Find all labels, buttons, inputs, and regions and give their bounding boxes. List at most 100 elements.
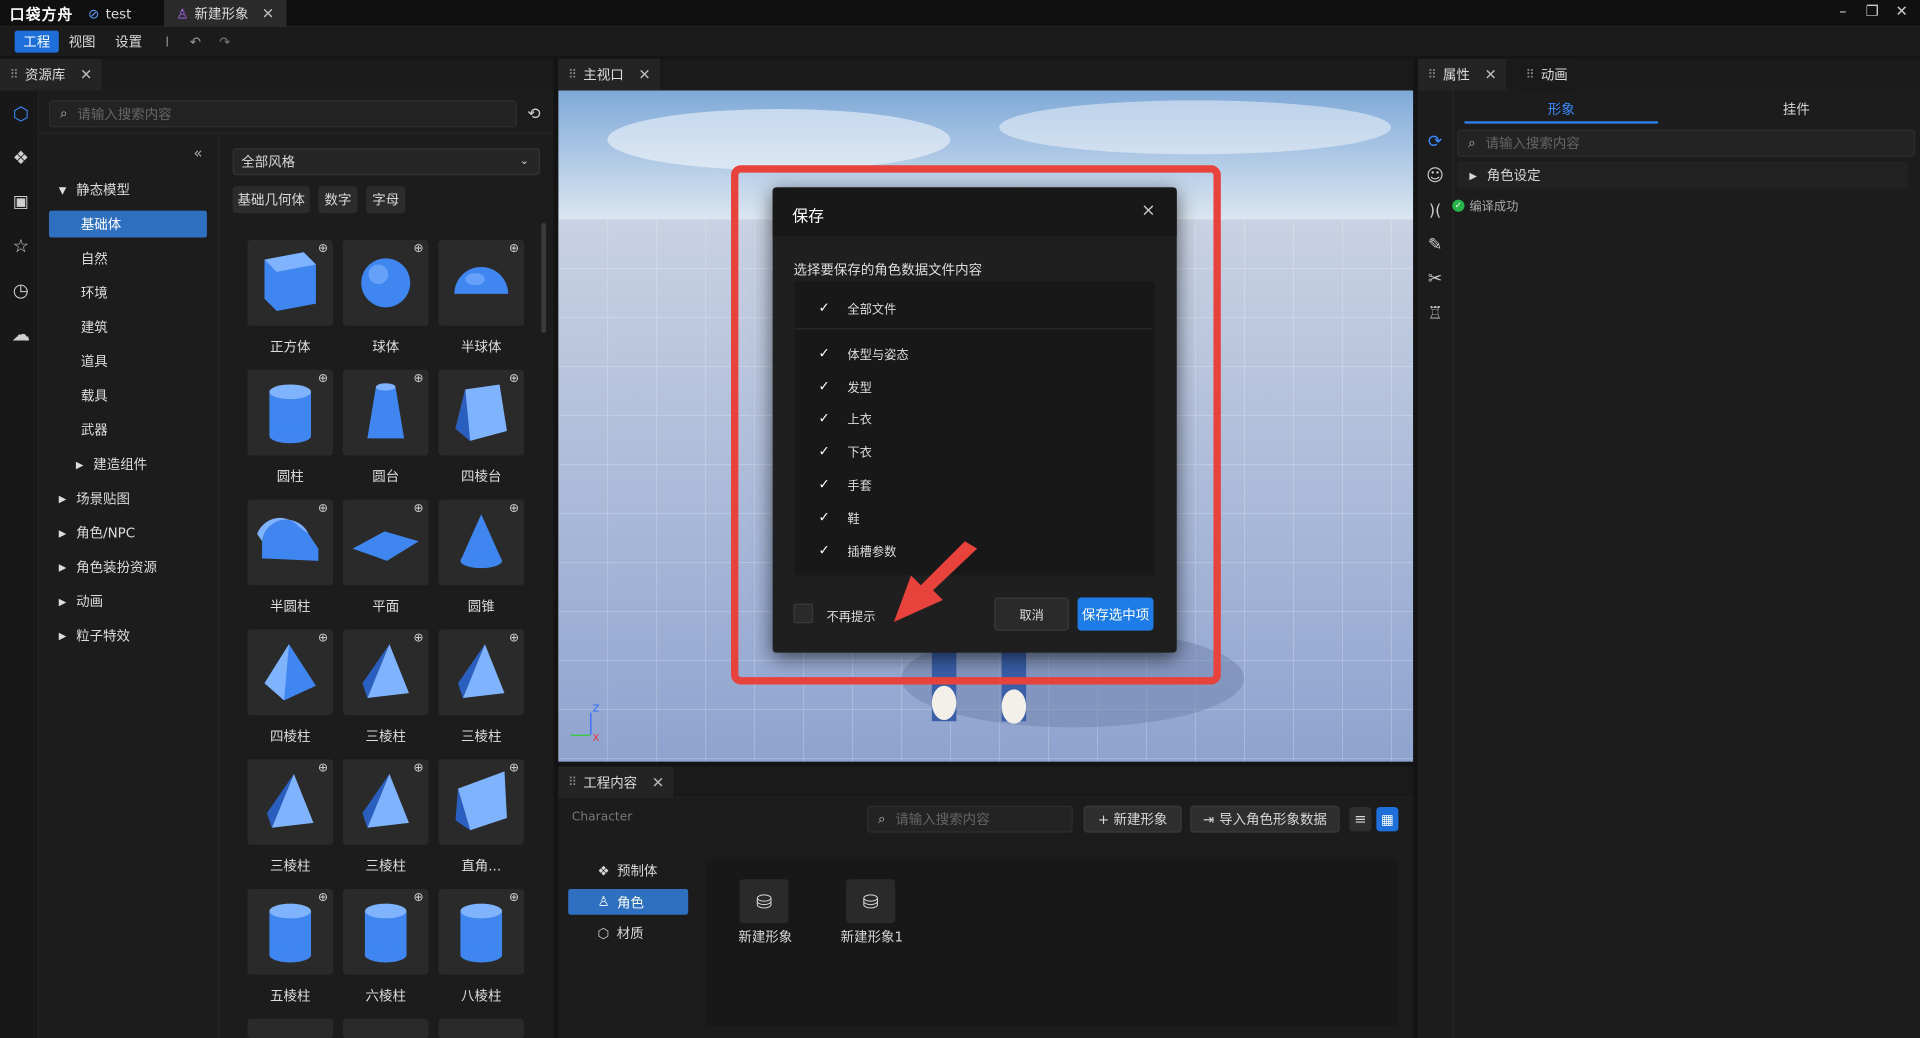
asset-thumbnail[interactable]: ⊕ — [247, 759, 334, 845]
asset-thumbnail[interactable]: ⊕ — [247, 499, 334, 586]
tree-vehicles[interactable]: 载具 — [49, 382, 207, 409]
undo-icon[interactable]: ↶ — [181, 31, 209, 53]
zoom-icon[interactable]: ⊕ — [318, 632, 328, 645]
tab-project-content[interactable]: ⠿ 工程内容 ✕ — [558, 766, 674, 799]
asset-thumbnail[interactable]: ⊕ — [438, 759, 525, 845]
restore-button[interactable]: ❐ — [1862, 2, 1882, 19]
zoom-icon[interactable]: ⊕ — [509, 372, 519, 385]
asset-thumbnail[interactable]: ⊕ — [247, 629, 334, 716]
appearance-icon[interactable]: ⟳ — [1423, 130, 1447, 154]
list-view-icon[interactable]: ≡ — [1349, 806, 1372, 832]
asset-thumbnail[interactable]: ⊕ — [247, 240, 334, 326]
upload-cloud-icon[interactable]: ☁ — [7, 321, 34, 348]
zoom-icon[interactable]: ⊕ — [318, 372, 328, 385]
checkbox-row[interactable]: ✓ 手套 — [816, 474, 871, 494]
asset-thumbnail[interactable]: ⊕ — [342, 240, 429, 326]
tree-weapons[interactable]: 武器 — [49, 416, 207, 443]
subtab-appearance[interactable]: 形象 — [1465, 99, 1658, 119]
asset-thumbnail[interactable]: ⊕ — [438, 369, 525, 456]
clock-icon[interactable]: ◷ — [7, 277, 34, 304]
toolbox-icon[interactable]: ▣ — [7, 189, 34, 216]
checkbox-row[interactable]: ✓ 体型与姿态 — [816, 343, 908, 363]
tree-nature[interactable]: 自然 — [49, 245, 207, 272]
zoom-icon[interactable]: ⊕ — [509, 242, 519, 255]
minimize-button[interactable]: – — [1833, 2, 1853, 19]
asset-thumbnail[interactable] — [247, 1018, 334, 1038]
close-panel-icon[interactable]: ✕ — [1484, 66, 1496, 83]
asset-thumbnail[interactable]: ⊕ — [247, 888, 334, 975]
asset-thumbnail[interactable]: ⊕ — [438, 240, 525, 326]
breadcrumb[interactable]: Character — [572, 811, 632, 824]
star-icon[interactable]: ☆ — [7, 233, 34, 260]
asset-thumbnail[interactable]: ⊕ — [342, 888, 429, 975]
close-window-button[interactable]: ✕ — [1892, 2, 1912, 19]
collapse-icon[interactable]: « — [193, 144, 202, 161]
zoom-icon[interactable]: ⊕ — [318, 762, 328, 775]
properties-search-input[interactable]: ⌕ 请输入搜索内容 — [1457, 129, 1916, 157]
tree-character-settings[interactable]: ▶ 角色设定 — [1457, 161, 1908, 189]
zoom-icon[interactable]: ⊕ — [413, 762, 423, 775]
shirt-icon[interactable]: ♖ — [1423, 301, 1447, 325]
shapes-icon[interactable]: ⬡ — [7, 100, 34, 127]
zoom-icon[interactable]: ⊕ — [413, 502, 423, 515]
category-material[interactable]: ⬡ 材质 — [568, 920, 688, 947]
tab-properties[interactable]: ⠿ 属性 ✕ — [1417, 58, 1507, 91]
hair-icon[interactable]: )( — [1423, 198, 1447, 222]
tab-library[interactable]: ⠿ 资源库 ✕ — [0, 58, 103, 91]
character-data-icon[interactable]: ⛁ — [846, 879, 896, 924]
project-search-input[interactable]: ⌕ 请输入搜索内容 — [866, 805, 1073, 833]
tree-building[interactable]: 建筑 — [49, 313, 207, 340]
zoom-icon[interactable]: ⊕ — [318, 242, 328, 255]
new-character-button[interactable]: + 新建形象 — [1083, 805, 1182, 833]
category-prefab[interactable]: ❖ 预制体 — [568, 857, 688, 884]
asset-thumbnail[interactable]: ⊕ — [438, 629, 525, 716]
tab-test[interactable]: ⊘ test — [76, 0, 144, 27]
zoom-icon[interactable]: ⊕ — [318, 502, 328, 515]
asset-thumbnail[interactable]: ⊕ — [342, 759, 429, 845]
tree-particles[interactable]: ▶ 粒子特效 — [49, 622, 207, 649]
style-select[interactable]: 全部风格 ⌄ — [232, 148, 541, 176]
tree-character-npc[interactable]: ▶ 角色/NPC — [49, 519, 207, 546]
project-item-label[interactable]: 新建形象1 — [829, 927, 915, 947]
tree-basic-shapes[interactable]: 基础体 — [48, 210, 207, 238]
library-scrollbar[interactable] — [541, 222, 547, 334]
close-panel-icon[interactable]: ✕ — [652, 774, 664, 791]
tree-props[interactable]: 道具 — [49, 348, 207, 375]
zoom-icon[interactable]: ⊕ — [413, 632, 423, 645]
import-character-button[interactable]: ⇥ 导入角色形象数据 — [1190, 805, 1340, 833]
chip-letters[interactable]: 字母 — [366, 186, 406, 214]
library-search-input[interactable]: ⌕ 请输入搜索内容 — [48, 100, 517, 128]
refresh-icon[interactable]: ⟲ — [524, 103, 544, 125]
zoom-icon[interactable]: ⊕ — [509, 762, 519, 775]
zoom-icon[interactable]: ⊕ — [413, 242, 423, 255]
tree-build-components[interactable]: ▶ 建造组件 — [49, 451, 207, 478]
subtab-attachments[interactable]: 挂件 — [1700, 99, 1893, 119]
close-tab-icon[interactable]: ✕ — [262, 5, 274, 22]
tree-animation[interactable]: ▶ 动画 — [49, 588, 207, 615]
chip-numbers[interactable]: 数字 — [318, 186, 358, 214]
tree-environment[interactable]: 环境 — [49, 279, 207, 306]
character-data-icon[interactable]: ⛁ — [739, 879, 789, 924]
cancel-button[interactable]: 取消 — [994, 597, 1069, 631]
tab-main-viewport[interactable]: ⠿ 主视口 ✕ — [558, 58, 661, 91]
zoom-icon[interactable]: ⊕ — [509, 891, 519, 904]
components-icon[interactable]: ❖ — [7, 144, 34, 171]
redo-icon[interactable]: ↷ — [211, 31, 239, 53]
checkbox-row[interactable]: ✓ 鞋 — [816, 507, 859, 527]
zoom-icon[interactable]: ⊕ — [509, 632, 519, 645]
tab-animation[interactable]: ⠿ 动画 — [1515, 58, 1578, 91]
asset-thumbnail[interactable]: ⊕ — [342, 499, 429, 586]
asset-thumbnail[interactable] — [438, 1018, 525, 1038]
menu-settings[interactable]: 设置 — [107, 31, 151, 53]
grid-view-icon[interactable]: ▦ — [1376, 806, 1399, 832]
asset-thumbnail[interactable]: ⊕ — [342, 369, 429, 456]
save-selected-button[interactable]: 保存选中项 — [1077, 597, 1154, 631]
asset-thumbnail[interactable] — [342, 1018, 429, 1038]
zoom-icon[interactable]: ⊕ — [318, 891, 328, 904]
close-panel-icon[interactable]: ✕ — [80, 66, 92, 83]
menu-view[interactable]: 视图 — [60, 31, 104, 53]
asset-thumbnail[interactable]: ⊕ — [438, 888, 525, 975]
tree-costume-resources[interactable]: ▶ 角色装扮资源 — [49, 553, 207, 580]
checkbox-all-files[interactable]: ✓ 全部文件 — [816, 298, 896, 318]
asset-thumbnail[interactable]: ⊕ — [247, 369, 334, 456]
